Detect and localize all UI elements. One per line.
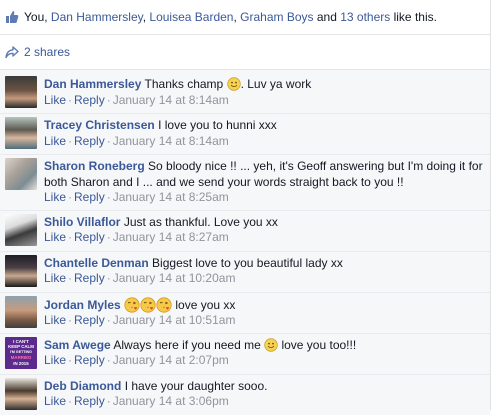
separator: · bbox=[106, 230, 111, 244]
avatar[interactable] bbox=[5, 295, 37, 328]
kiss-emoji-icon bbox=[124, 296, 140, 313]
reply-link[interactable]: Reply bbox=[74, 313, 105, 327]
reply-link[interactable]: Reply bbox=[74, 93, 105, 107]
commenter-name[interactable]: Deb Diamond bbox=[44, 379, 121, 393]
smile-emoji-icon bbox=[264, 337, 278, 352]
kiss-emoji-icon bbox=[140, 296, 156, 313]
comment-list: Dan Hammersley Thanks champ . Luv ya wor… bbox=[0, 70, 490, 415]
commenter-name[interactable]: Sharon Roneberg bbox=[44, 159, 145, 173]
commenter-name[interactable]: Chantelle Denman bbox=[44, 256, 149, 270]
comment-text: love you xx bbox=[172, 297, 236, 312]
comment-text: Thanks champ bbox=[144, 77, 227, 91]
separator: · bbox=[106, 353, 111, 367]
like-link[interactable]: Like bbox=[44, 230, 66, 244]
timestamp[interactable]: January 14 at 2:07pm bbox=[113, 353, 229, 367]
timestamp[interactable]: January 14 at 8:14am bbox=[113, 93, 229, 107]
separator: · bbox=[68, 230, 73, 244]
kiss-emoji-icon bbox=[156, 296, 172, 313]
separator: · bbox=[106, 394, 111, 408]
commenter-name[interactable]: Jordan Myles bbox=[44, 298, 121, 312]
reply-link[interactable]: Reply bbox=[74, 134, 105, 148]
comment-text: I have your daughter sooo. bbox=[124, 378, 268, 393]
commenter-name[interactable]: Shilo Villaflor bbox=[44, 215, 120, 229]
comment: Jordan Myles love you xx Like · Reply · Janu… bbox=[0, 291, 490, 333]
separator: · bbox=[68, 133, 73, 148]
liker-link[interactable]: Louisea Barden bbox=[149, 10, 233, 24]
comment-text: love you too!!! bbox=[278, 337, 357, 352]
reply-link[interactable]: Reply bbox=[74, 230, 105, 244]
comment: Shilo Villaflor Just as thankful. Love y… bbox=[0, 209, 490, 251]
commenter-name[interactable]: Dan Hammersley bbox=[44, 77, 141, 91]
separator: · bbox=[106, 190, 111, 204]
reply-link[interactable]: Reply bbox=[74, 394, 105, 408]
like-link[interactable]: Like bbox=[44, 353, 66, 367]
avatar[interactable] bbox=[5, 254, 37, 287]
like-link[interactable]: Like bbox=[44, 93, 66, 107]
separator: · bbox=[106, 313, 111, 327]
separator: · bbox=[68, 190, 73, 204]
timestamp[interactable]: January 14 at 8:14am bbox=[113, 134, 229, 148]
timestamp[interactable]: January 14 at 8:27am bbox=[113, 230, 229, 244]
avatar[interactable] bbox=[5, 213, 37, 246]
timestamp[interactable]: January 14 at 10:51am bbox=[113, 313, 236, 327]
others-link[interactable]: 13 others bbox=[340, 10, 390, 24]
avatar-caption: KEEP CALM bbox=[8, 344, 34, 349]
likes-text: You, Dan Hammersley, Louisea Barden, Gra… bbox=[24, 10, 437, 24]
avatar[interactable] bbox=[5, 158, 37, 190]
separator: · bbox=[106, 271, 111, 285]
like-link[interactable]: Like bbox=[44, 190, 66, 204]
separator: · bbox=[106, 92, 111, 107]
comment: Tracey Christensen I love you to hunni x… bbox=[0, 113, 490, 154]
liker-link[interactable]: Graham Boys bbox=[240, 10, 313, 24]
avatar[interactable] bbox=[5, 117, 37, 149]
comment-text: Just as thankful. Love you xx bbox=[123, 214, 278, 229]
comment: Chantelle Denman Biggest love to you bea… bbox=[0, 250, 490, 292]
avatar[interactable]: I CAN'T KEEP CALM I'M GETTING MARRIED IN… bbox=[5, 336, 37, 369]
separator: · bbox=[68, 394, 73, 408]
avatar-caption: IN 2015 bbox=[13, 360, 29, 366]
like-link[interactable]: Like bbox=[44, 271, 66, 285]
commenter-name[interactable]: Tracey Christensen bbox=[44, 118, 155, 132]
likes-suffix: like this. bbox=[390, 10, 437, 24]
likes-summary: You, Dan Hammersley, Louisea Barden, Gra… bbox=[0, 0, 490, 35]
comment-text: Always here if you need me bbox=[113, 337, 265, 352]
shares-count[interactable]: 2 shares bbox=[24, 45, 70, 59]
reply-link[interactable]: Reply bbox=[74, 271, 105, 285]
comment-text: I love you to hunni xxx bbox=[158, 118, 277, 132]
comment: Deb Diamond I have your daughter sooo. L… bbox=[0, 373, 490, 415]
like-link[interactable]: Like bbox=[44, 313, 66, 327]
comment-text: Biggest love to you beautiful lady xx bbox=[152, 255, 343, 270]
share-arrow-icon bbox=[5, 45, 19, 59]
thumbs-up-icon bbox=[5, 10, 19, 24]
comment: I CAN'T KEEP CALM I'M GETTING MARRIED IN… bbox=[0, 332, 490, 374]
likes-prefix: You, bbox=[24, 10, 51, 24]
reply-link[interactable]: Reply bbox=[74, 190, 105, 204]
comment: Dan Hammersley Thanks champ . Luv ya wor… bbox=[0, 73, 490, 113]
shares-row[interactable]: 2 shares bbox=[0, 35, 490, 70]
separator: · bbox=[68, 313, 73, 327]
avatar[interactable] bbox=[5, 76, 37, 108]
likes-and: and bbox=[313, 10, 341, 24]
separator: · bbox=[68, 271, 73, 285]
smile-emoji-icon bbox=[226, 77, 241, 91]
commenter-name[interactable]: Sam Awege bbox=[44, 338, 111, 352]
comment: Sharon Roneberg So bloody nice !! ... ye… bbox=[0, 154, 490, 210]
reply-link[interactable]: Reply bbox=[74, 353, 105, 367]
like-link[interactable]: Like bbox=[44, 134, 66, 148]
timestamp[interactable]: January 14 at 8:25am bbox=[113, 190, 229, 204]
liker-link[interactable]: Dan Hammersley bbox=[51, 10, 143, 24]
separator: · bbox=[106, 133, 111, 148]
comment-text: . Luv ya work bbox=[240, 77, 312, 91]
timestamp[interactable]: January 14 at 10:20am bbox=[113, 271, 236, 285]
comments-panel: You, Dan Hammersley, Louisea Barden, Gra… bbox=[0, 0, 491, 415]
separator: · bbox=[68, 92, 73, 107]
timestamp[interactable]: January 14 at 3:06pm bbox=[113, 394, 229, 408]
separator: · bbox=[68, 353, 73, 367]
avatar[interactable] bbox=[5, 377, 37, 410]
like-link[interactable]: Like bbox=[44, 394, 66, 408]
